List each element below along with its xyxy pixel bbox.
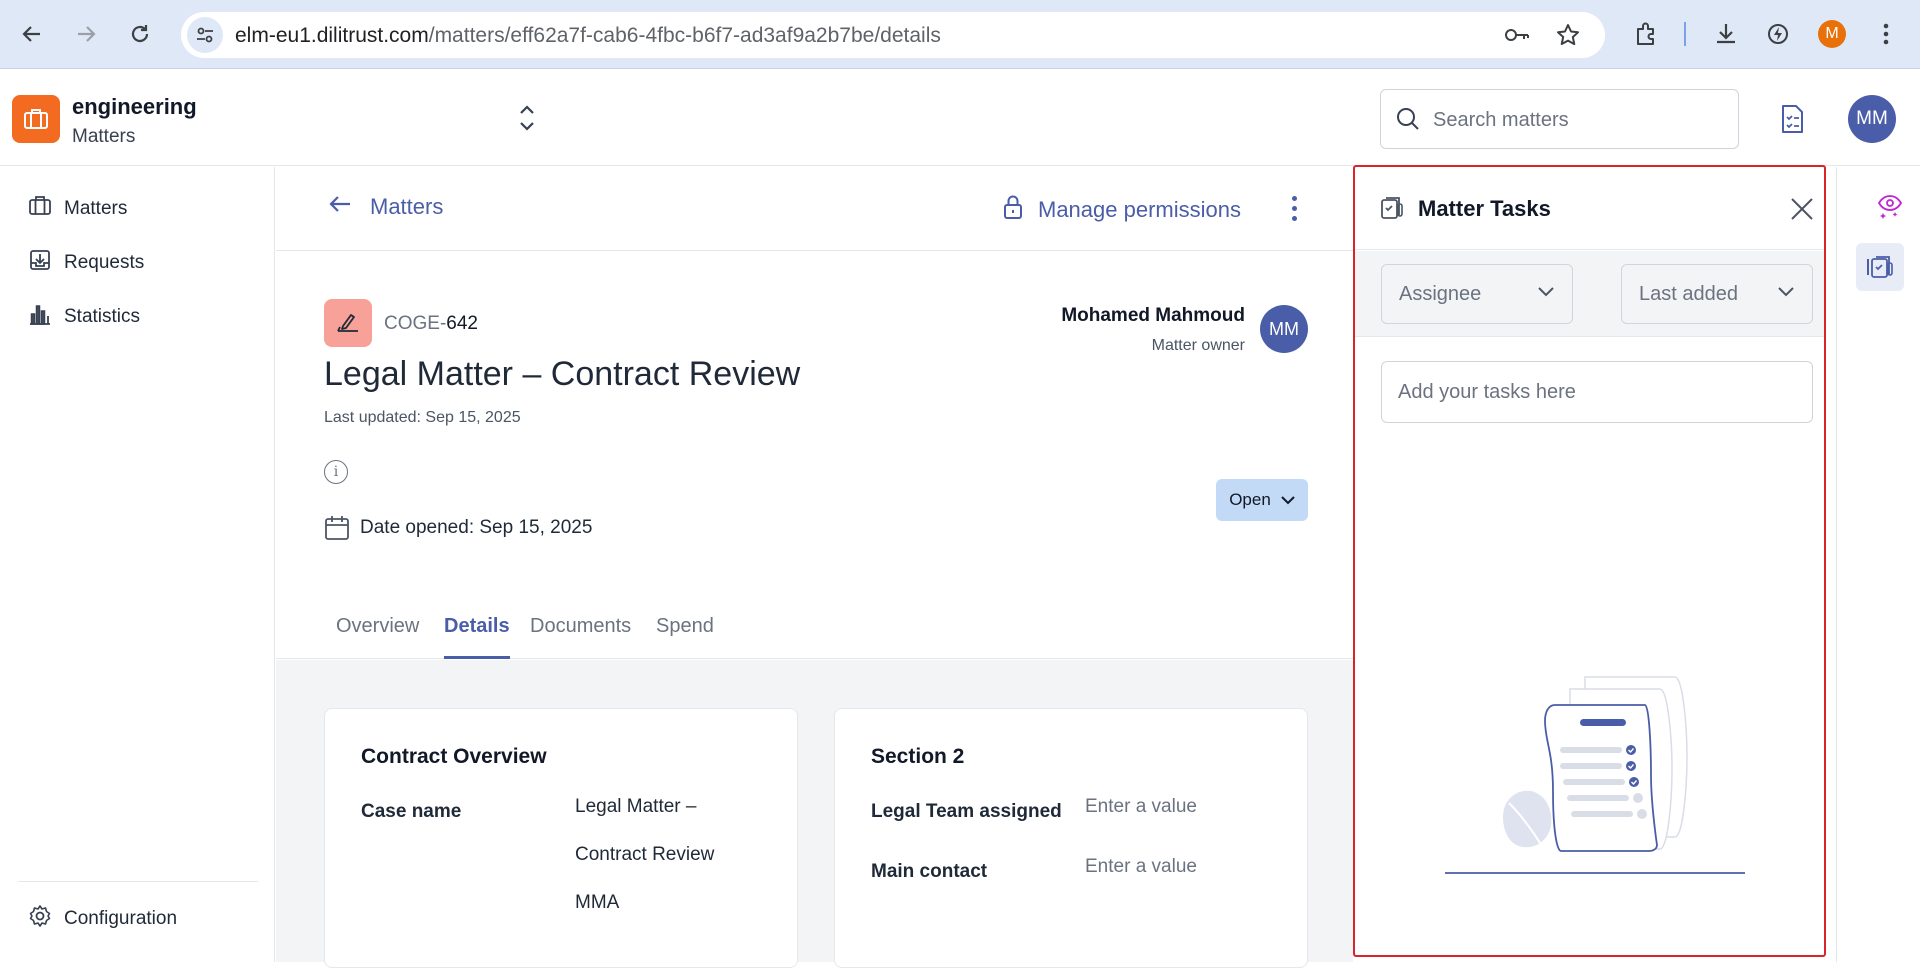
sidebar-item-label: Requests — [64, 252, 145, 273]
password-key-icon[interactable] — [1503, 23, 1531, 52]
user-avatar[interactable]: MM — [1848, 95, 1896, 143]
inbox-download-icon — [28, 248, 52, 278]
sidebar-item-label: Statistics — [64, 306, 141, 327]
briefcase-icon — [28, 195, 52, 223]
date-opened: Date opened: Sep 15, 2025 — [360, 517, 593, 538]
download-icon[interactable] — [1710, 18, 1742, 50]
status-label: Open — [1229, 490, 1271, 509]
search-placeholder: Search matters — [1433, 109, 1569, 131]
more-options-icon[interactable] — [1284, 193, 1304, 223]
back-arrow-icon[interactable] — [16, 18, 48, 50]
address-bar[interactable]: elm-eu1.dilitrust.com/matters/eff62a7f-c… — [181, 12, 1605, 58]
matter-tasks-toggle-icon[interactable] — [1856, 243, 1904, 291]
chevron-down-icon — [1538, 287, 1554, 297]
reload-icon[interactable] — [124, 18, 156, 50]
permissions-label: Manage permissions — [1038, 197, 1241, 222]
info-icon[interactable]: i — [324, 460, 348, 484]
ai-insights-eye-icon[interactable] — [1877, 193, 1903, 224]
sidebar-divider — [18, 881, 258, 882]
page-title: Legal Matter – Contract Review — [324, 355, 801, 393]
matter-details: Matters Manage permissions COGE-642 Lega… — [276, 167, 1353, 968]
sidebar-item-configuration[interactable]: Configuration — [28, 904, 177, 934]
sidebar-item-requests[interactable]: Requests — [28, 248, 144, 278]
assignee-filter[interactable]: Assignee — [1381, 264, 1573, 324]
workspace-section: Matters — [72, 126, 136, 147]
tab-details[interactable]: Details — [444, 607, 510, 659]
forward-arrow-icon[interactable] — [70, 18, 102, 50]
back-label: Matters — [370, 194, 444, 219]
owner-avatar[interactable]: MM — [1260, 305, 1308, 353]
sidebar-item-statistics[interactable]: Statistics — [28, 302, 140, 332]
contract-overview-card: Contract Overview Case name Legal Matter… — [324, 708, 798, 968]
tasks-panel-header: Matter Tasks — [1355, 167, 1824, 250]
search-icon — [1395, 106, 1421, 137]
field-label-legal-team: Legal Team assigned — [871, 801, 1062, 822]
section-2-card: Section 2 Legal Team assigned Enter a va… — [834, 708, 1308, 968]
manage-permissions-button[interactable]: Manage permissions — [1002, 194, 1241, 226]
owner-role: Matter owner — [1151, 337, 1245, 354]
card-title: Contract Overview — [361, 745, 547, 768]
tab-spend[interactable]: Spend — [656, 607, 714, 659]
sidebar-item-matters[interactable]: Matters — [28, 194, 127, 224]
briefcase-logo-icon — [12, 95, 60, 143]
extensions-puzzle-icon[interactable] — [1630, 18, 1662, 50]
field-label-main-contact: Main contact — [871, 861, 988, 882]
tab-documents[interactable]: Documents — [530, 607, 631, 659]
gear-icon — [28, 904, 52, 934]
profile-avatar[interactable]: M — [1818, 20, 1846, 48]
status-dropdown[interactable]: Open — [1216, 479, 1308, 521]
chevron-down-icon — [1281, 490, 1295, 510]
bar-chart-icon — [28, 302, 52, 332]
task-checklist-icon[interactable] — [1778, 104, 1808, 134]
owner-name: Mohamed Mahmoud — [1061, 305, 1245, 326]
matter-reference: COGE-642 — [384, 313, 478, 334]
add-task-input[interactable] — [1381, 361, 1813, 423]
toolbar-divider — [1684, 22, 1686, 46]
tasks-filter-bar: Assignee Last added — [1355, 251, 1824, 337]
sort-filter-label: Last added — [1639, 283, 1738, 305]
sidebar-item-label: Matters — [64, 198, 128, 219]
matter-tabs: Overview Details Documents Spend — [276, 607, 1353, 659]
workspace-name: engineering — [72, 94, 197, 119]
assignee-filter-label: Assignee — [1399, 283, 1482, 305]
matter-type-signature-icon — [324, 299, 372, 347]
matter-tasks-panel: Matter Tasks Assignee Last added — [1353, 165, 1826, 957]
field-value-main-contact[interactable]: Enter a value — [1085, 843, 1197, 891]
performance-icon[interactable] — [1762, 18, 1794, 50]
back-arrow-icon — [328, 194, 352, 220]
lock-icon — [1002, 194, 1024, 226]
browser-menu-icon[interactable] — [1870, 18, 1902, 50]
card-title: Section 2 — [871, 745, 965, 768]
browser-chrome: elm-eu1.dilitrust.com/matters/eff62a7f-c… — [0, 0, 1920, 69]
field-label-case-name: Case name — [361, 801, 462, 822]
last-updated: Last updated: Sep 15, 2025 — [324, 409, 521, 426]
sidebar-item-label: Configuration — [64, 908, 178, 929]
workspace-switcher-icon[interactable] — [516, 100, 538, 136]
url-text: elm-eu1.dilitrust.com/matters/eff62a7f-c… — [235, 24, 941, 47]
tab-overview[interactable]: Overview — [336, 607, 419, 659]
back-to-matters-link[interactable]: Matters — [328, 194, 443, 220]
tasks-panel-title: Matter Tasks — [1418, 196, 1551, 221]
calendar-icon — [324, 515, 350, 546]
field-value-legal-team[interactable]: Enter a value — [1085, 783, 1197, 831]
matter-topbar: Matters Manage permissions — [276, 167, 1353, 251]
site-settings-icon[interactable] — [187, 17, 223, 53]
field-value-case-name[interactable]: Legal Matter – Contract Review MMA — [575, 783, 714, 927]
search-input[interactable]: Search matters — [1380, 89, 1739, 149]
chevron-down-icon — [1778, 287, 1794, 297]
right-rail — [1836, 167, 1920, 962]
bookmark-star-icon[interactable] — [1555, 22, 1581, 53]
empty-tasks-illustration — [1445, 667, 1745, 882]
tasks-document-icon — [1379, 195, 1405, 226]
close-icon[interactable] — [1788, 195, 1816, 223]
sort-filter[interactable]: Last added — [1621, 264, 1813, 324]
sidebar: Matters Requests Statistics Configuratio… — [0, 167, 275, 962]
app-header: engineering Matters Search matters MM — [0, 70, 1920, 166]
